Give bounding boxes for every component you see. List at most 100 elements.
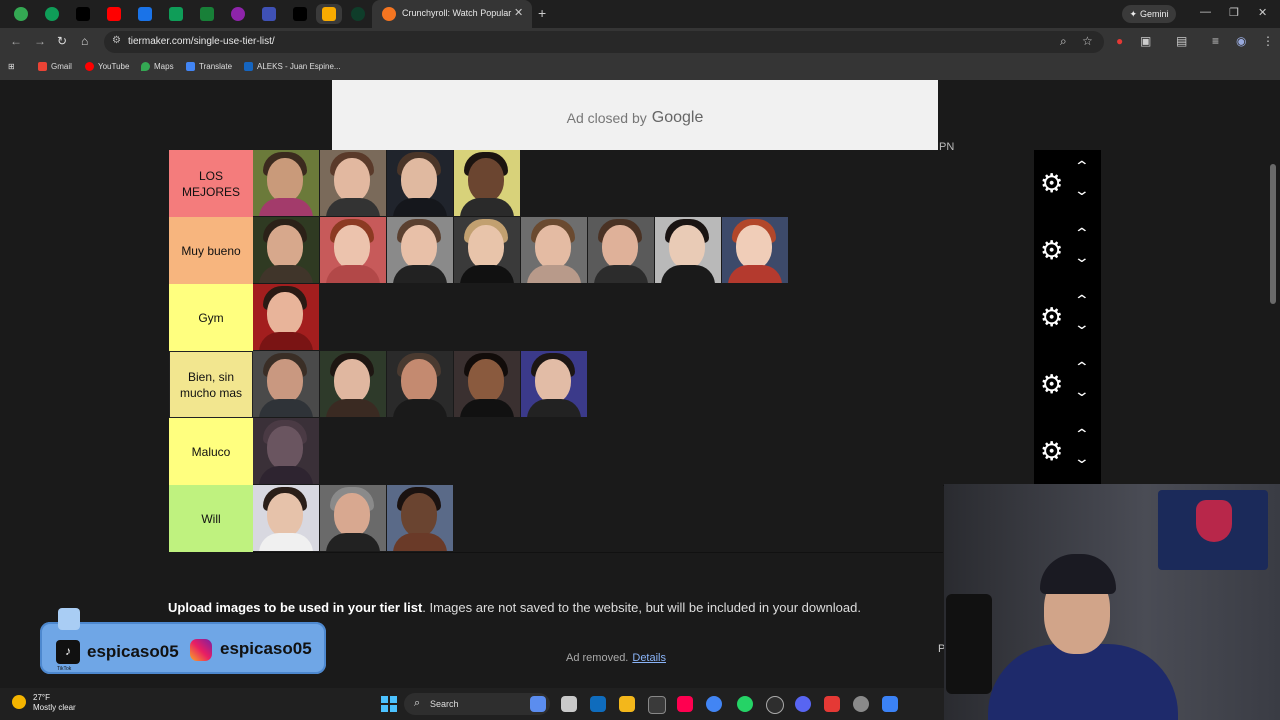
zoom-icon[interactable]: ⌕ bbox=[1060, 34, 1067, 49]
tier-label[interactable]: LOS MEJORES bbox=[169, 150, 253, 217]
tier-item-image[interactable] bbox=[588, 217, 654, 283]
tier-label[interactable]: Will bbox=[169, 485, 253, 552]
tier-items[interactable] bbox=[253, 217, 1033, 285]
chevron-up-icon[interactable]: ⌃ bbox=[1074, 225, 1090, 242]
pinned-tab[interactable] bbox=[132, 4, 158, 24]
tier-item-image[interactable] bbox=[253, 150, 319, 216]
bookmark-youtube[interactable]: YouTube bbox=[85, 62, 129, 71]
chevron-up-icon[interactable]: ⌃ bbox=[1074, 292, 1090, 309]
minimize-icon[interactable]: — bbox=[1200, 6, 1211, 18]
chevron-up-icon[interactable]: ⌃ bbox=[1074, 158, 1090, 175]
tier-item-image[interactable] bbox=[454, 217, 520, 283]
media-icon[interactable]: ≡ bbox=[1212, 34, 1219, 48]
whatsapp-icon[interactable] bbox=[737, 696, 753, 712]
chevron-up-icon[interactable]: ⌃ bbox=[1074, 359, 1090, 376]
chevron-down-icon[interactable]: ⌄ bbox=[1074, 383, 1090, 400]
task-view-icon[interactable] bbox=[561, 696, 577, 712]
close-tab-icon[interactable]: ✕ bbox=[514, 6, 523, 19]
details-link[interactable]: Details bbox=[632, 652, 666, 664]
taskbar-search[interactable]: ⌕ Search bbox=[404, 693, 550, 715]
store-icon[interactable] bbox=[648, 696, 666, 714]
pinned-tab[interactable] bbox=[225, 4, 251, 24]
edge-icon[interactable] bbox=[590, 696, 606, 712]
tier-label[interactable]: Muy bueno bbox=[169, 217, 253, 284]
new-tab-button[interactable]: + bbox=[538, 5, 546, 21]
app-icon[interactable] bbox=[824, 696, 840, 712]
tier-items[interactable] bbox=[253, 150, 1033, 218]
bookmark-star-icon[interactable]: ☆ bbox=[1082, 34, 1093, 48]
chevron-down-icon[interactable]: ⌄ bbox=[1074, 316, 1090, 333]
profile-avatar-icon[interactable]: ◉ bbox=[1236, 34, 1246, 48]
tier-item-image[interactable] bbox=[253, 418, 319, 484]
tier-item-image[interactable] bbox=[253, 217, 319, 283]
tier-item-image[interactable] bbox=[454, 150, 520, 216]
file-explorer-icon[interactable] bbox=[619, 696, 635, 712]
pinned-tab[interactable] bbox=[256, 4, 282, 24]
gemini-button[interactable]: ✦ Gemini bbox=[1122, 5, 1176, 23]
gear-icon[interactable]: ⚙ bbox=[1040, 369, 1063, 399]
tier-item-image[interactable] bbox=[253, 485, 319, 551]
bookmark-aleks[interactable]: ALEKS - Juan Espine... bbox=[244, 62, 341, 71]
pinned-tab[interactable] bbox=[194, 4, 220, 24]
chevron-down-icon[interactable]: ⌄ bbox=[1074, 450, 1090, 467]
chevron-down-icon[interactable]: ⌄ bbox=[1074, 182, 1090, 199]
discord-icon[interactable] bbox=[795, 696, 811, 712]
bookmark-maps[interactable]: Maps bbox=[141, 62, 174, 71]
gear-icon[interactable]: ⚙ bbox=[1040, 436, 1063, 466]
pinned-tab[interactable] bbox=[39, 4, 65, 24]
pinned-tab[interactable] bbox=[70, 4, 96, 24]
tier-item-image[interactable] bbox=[253, 351, 319, 417]
side-panel-icon[interactable]: ▤ bbox=[1176, 34, 1187, 48]
home-icon[interactable]: ⌂ bbox=[81, 34, 88, 48]
tier-item-image[interactable] bbox=[253, 284, 319, 350]
pinned-tab[interactable] bbox=[287, 4, 313, 24]
pinned-tab[interactable] bbox=[163, 4, 189, 24]
bookmark-gmail[interactable]: Gmail bbox=[38, 62, 72, 71]
tier-item-image[interactable] bbox=[521, 217, 587, 283]
copilot-icon[interactable] bbox=[530, 696, 546, 712]
page-scrollbar[interactable] bbox=[1270, 164, 1276, 304]
reload-icon[interactable]: ↻ bbox=[57, 34, 67, 48]
windows-start-icon[interactable] bbox=[381, 696, 397, 712]
tier-item-image[interactable] bbox=[387, 485, 453, 551]
address-bar[interactable]: ⚙ tiermaker.com/single-use-tier-list/ bbox=[104, 31, 1104, 53]
forward-icon[interactable]: → bbox=[34, 34, 46, 48]
tier-item-image[interactable] bbox=[387, 351, 453, 417]
tier-label[interactable]: Maluco bbox=[169, 418, 253, 485]
tier-item-image[interactable] bbox=[722, 217, 788, 283]
tier-item-image[interactable] bbox=[454, 351, 520, 417]
active-tab[interactable]: Crunchyroll: Watch Popular Ani ✕ bbox=[372, 0, 532, 28]
tier-item-image[interactable] bbox=[320, 217, 386, 283]
tier-label[interactable]: Gym bbox=[169, 284, 253, 351]
gear-icon[interactable]: ⚙ bbox=[1040, 302, 1063, 332]
pinned-tab[interactable] bbox=[345, 4, 371, 24]
pinned-tab[interactable] bbox=[101, 4, 127, 24]
chevron-down-icon[interactable]: ⌄ bbox=[1074, 249, 1090, 266]
tier-items[interactable] bbox=[253, 351, 1033, 419]
steam-icon[interactable] bbox=[766, 696, 784, 714]
gear-icon[interactable]: ⚙ bbox=[1040, 235, 1063, 265]
menu-icon[interactable]: ⋮ bbox=[1262, 34, 1274, 48]
tiktok-app-icon[interactable] bbox=[677, 696, 693, 712]
gear-icon[interactable]: ⚙ bbox=[1040, 168, 1063, 198]
tier-items[interactable] bbox=[253, 485, 943, 553]
apps-grid-icon[interactable]: ⊞ bbox=[8, 62, 15, 71]
tier-items[interactable] bbox=[253, 284, 1033, 352]
tier-items[interactable] bbox=[253, 418, 1033, 486]
tier-item-image[interactable] bbox=[655, 217, 721, 283]
tier-item-image[interactable] bbox=[387, 150, 453, 216]
tier-item-image[interactable] bbox=[320, 485, 386, 551]
tier-item-image[interactable] bbox=[387, 217, 453, 283]
close-window-icon[interactable]: ✕ bbox=[1258, 6, 1267, 19]
extensions-puzzle-icon[interactable]: ▣ bbox=[1140, 34, 1151, 48]
back-icon[interactable]: ← bbox=[10, 34, 22, 48]
chevron-up-icon[interactable]: ⌃ bbox=[1074, 426, 1090, 443]
tier-item-image[interactable] bbox=[320, 150, 386, 216]
extension-icon[interactable]: ● bbox=[1116, 34, 1123, 48]
tier-item-image[interactable] bbox=[320, 351, 386, 417]
settings-icon[interactable] bbox=[853, 696, 869, 712]
pinned-tab[interactable] bbox=[316, 4, 342, 24]
pinned-tab[interactable] bbox=[8, 4, 34, 24]
site-info-icon[interactable]: ⚙ bbox=[112, 35, 121, 46]
notepad-icon[interactable] bbox=[882, 696, 898, 712]
